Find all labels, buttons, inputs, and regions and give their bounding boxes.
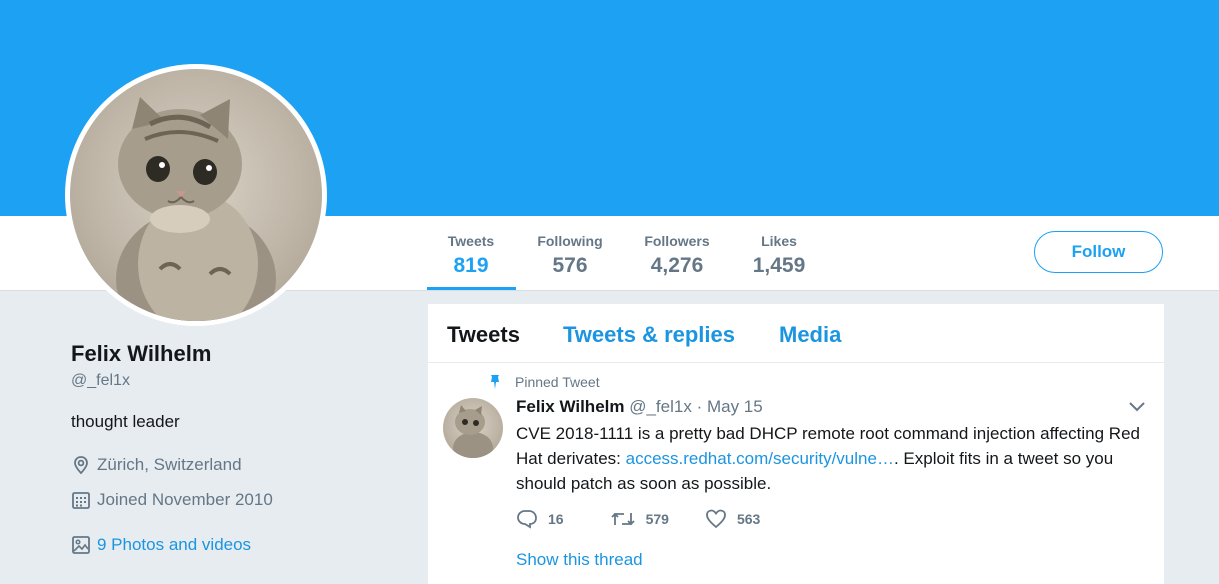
tweet-menu-button[interactable] <box>1128 400 1146 418</box>
avatar-image <box>70 69 322 321</box>
show-thread-link[interactable]: Show this thread <box>516 550 643 570</box>
stat-value: 4,276 <box>650 254 704 277</box>
retweet-button[interactable]: 579 <box>610 509 669 529</box>
photos-link-text[interactable]: 9 Photos and videos <box>97 535 251 555</box>
active-stat-indicator <box>427 287 516 290</box>
kitten-thumbnail <box>453 405 493 458</box>
tab-tweets-replies[interactable]: Tweets & replies <box>563 322 735 348</box>
profile-header: Felix Wilhelm @_fel1x <box>71 340 391 392</box>
retweet-icon <box>610 512 635 526</box>
follow-button[interactable]: Follow <box>1034 231 1163 273</box>
pinned-tweet-label: Pinned Tweet <box>488 374 600 390</box>
photo-icon <box>72 536 90 554</box>
pinned-text: Pinned Tweet <box>515 374 600 390</box>
avatar[interactable] <box>65 64 327 326</box>
tweet-avatar[interactable] <box>443 398 503 458</box>
stat-value: 819 <box>453 254 489 277</box>
stat-tweets[interactable]: Tweets 819 <box>444 232 498 280</box>
stat-following[interactable]: Following 576 <box>532 232 608 280</box>
reply-button[interactable]: 16 <box>516 509 564 529</box>
profile-location: Zürich, Switzerland <box>71 455 242 475</box>
tab-media[interactable]: Media <box>779 322 841 348</box>
stat-label: Tweets <box>447 233 495 249</box>
like-count: 563 <box>736 511 761 527</box>
stat-label: Likes <box>761 233 797 249</box>
like-button[interactable]: 563 <box>705 509 760 529</box>
pin-icon <box>491 375 499 389</box>
profile-bio: thought leader <box>71 412 180 431</box>
chevron-down-icon <box>1129 402 1145 412</box>
stat-likes[interactable]: Likes 1,459 <box>748 232 810 280</box>
heart-icon <box>706 509 726 529</box>
location-text: Zürich, Switzerland <box>97 455 242 474</box>
tweet-actions: 16 579 563 <box>516 509 796 529</box>
stat-label: Following <box>537 233 603 249</box>
timeline-panel: Tweets Tweets & replies Media Pinned Twe… <box>428 304 1164 584</box>
calendar-icon <box>72 492 90 509</box>
kitten-illustration <box>116 97 276 321</box>
reply-icon <box>517 510 537 529</box>
location-pin-icon <box>74 456 88 475</box>
tweet-header: Felix Wilhelm @_fel1x · May 15 <box>516 397 763 417</box>
tweet-text: CVE 2018-1111 is a pretty bad DHCP remot… <box>516 421 1141 496</box>
timeline-tabs: Tweets Tweets & replies Media <box>428 304 1164 363</box>
reply-count: 16 <box>548 511 564 527</box>
tab-tweets[interactable]: Tweets <box>447 322 520 348</box>
retweet-count: 579 <box>645 511 669 527</box>
joined-text: Joined November 2010 <box>97 490 273 509</box>
profile-handle[interactable]: @_fel1x <box>71 370 391 392</box>
profile-name[interactable]: Felix Wilhelm <box>71 340 391 368</box>
profile-joined: Joined November 2010 <box>71 490 273 510</box>
profile-photos-link[interactable]: 9 Photos and videos <box>71 535 251 555</box>
stat-value: 576 <box>552 254 588 277</box>
stat-followers[interactable]: Followers 4,276 <box>640 232 714 280</box>
stat-label: Followers <box>644 233 710 249</box>
tweet-link[interactable]: access.redhat.com/security/vulne… <box>626 449 894 468</box>
tweet-author[interactable]: Felix Wilhelm <box>516 397 624 416</box>
tweet-meta[interactable]: @_fel1x · May 15 <box>629 397 762 416</box>
stat-value: 1,459 <box>752 254 806 277</box>
